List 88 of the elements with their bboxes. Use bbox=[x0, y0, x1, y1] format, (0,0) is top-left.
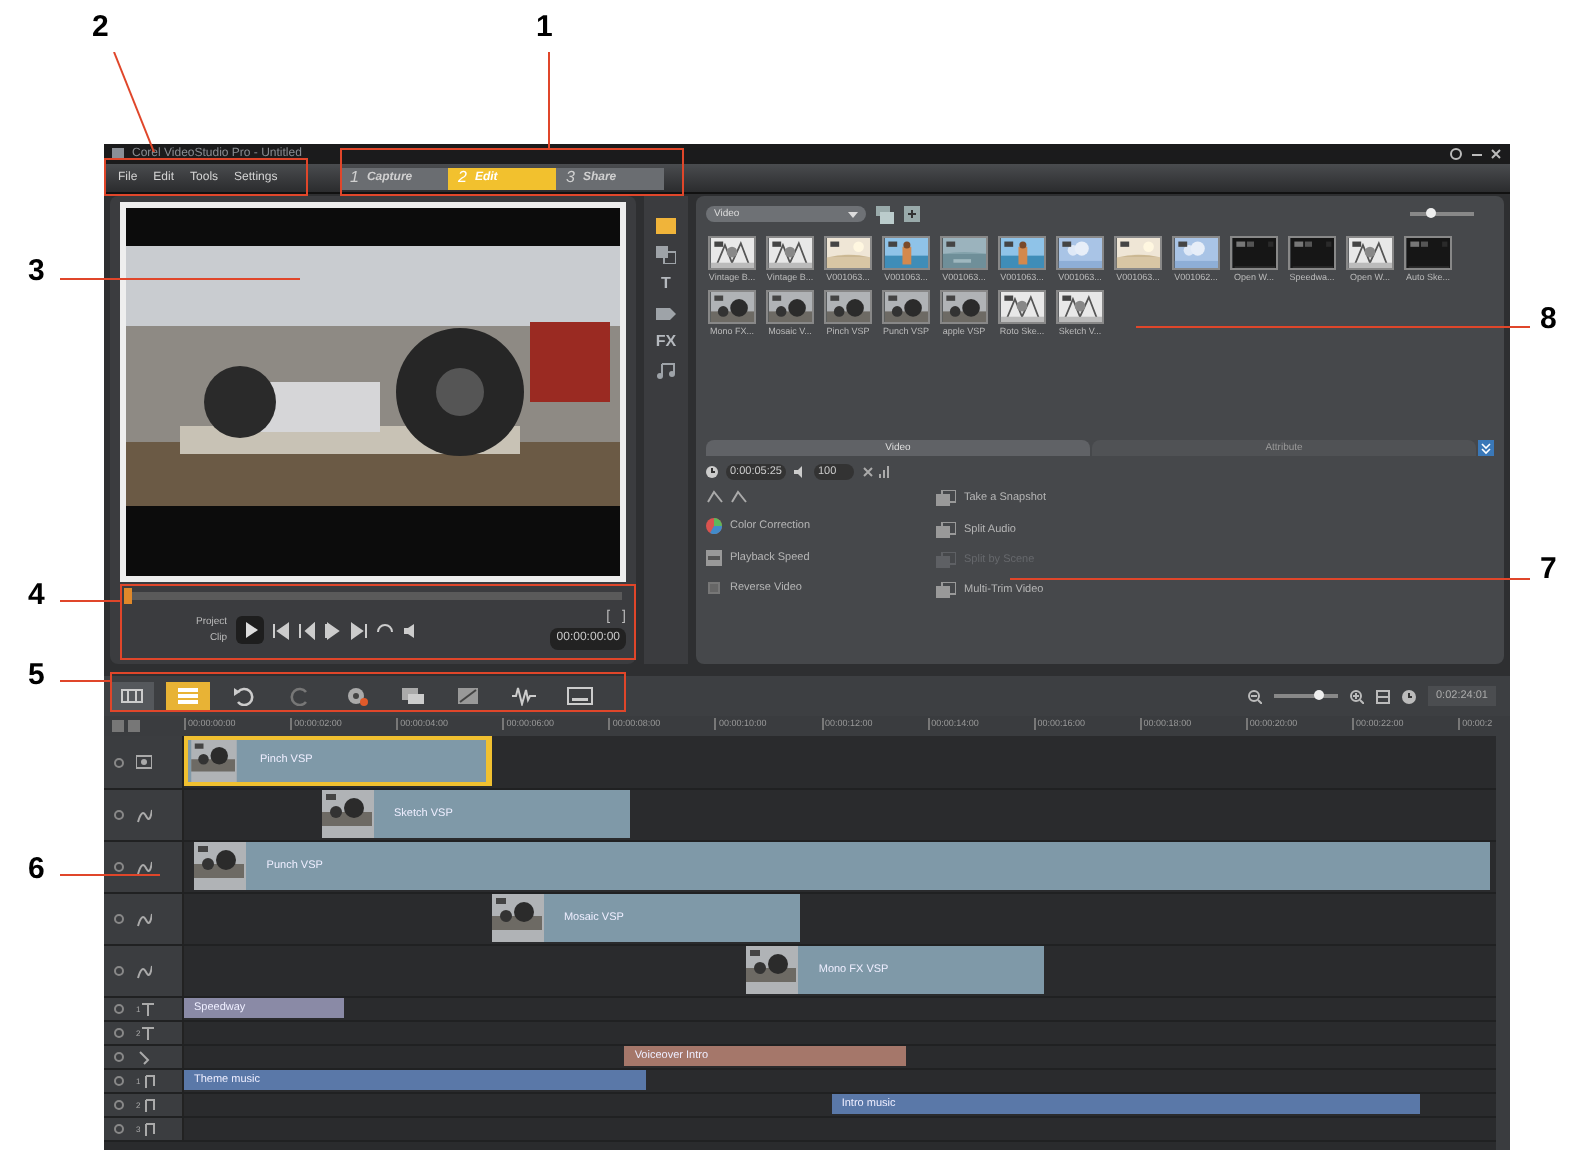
thumbnail[interactable] bbox=[998, 236, 1046, 270]
color-wheel-icon bbox=[706, 518, 722, 535]
clip-tool-icon[interactable] bbox=[936, 521, 956, 538]
graphic-icon[interactable] bbox=[656, 304, 676, 322]
storyboard-icon bbox=[118, 686, 146, 706]
callout-number: 1 bbox=[536, 12, 553, 42]
speed-icon bbox=[706, 549, 722, 566]
thumbnail[interactable] bbox=[940, 236, 988, 270]
visibility-icon[interactable] bbox=[114, 1100, 124, 1110]
fit-icon[interactable] bbox=[1376, 689, 1390, 703]
visibility-icon[interactable] bbox=[114, 1028, 124, 1038]
add-media-icon[interactable] bbox=[904, 205, 922, 223]
thumbnail[interactable] bbox=[1230, 236, 1278, 270]
thumbnail[interactable] bbox=[998, 290, 1046, 324]
overlay-track-icon[interactable] bbox=[136, 859, 152, 875]
visibility-icon[interactable] bbox=[114, 1052, 124, 1062]
callout-number: 5 bbox=[28, 660, 45, 690]
end-icon[interactable] bbox=[349, 621, 368, 639]
callout-number: 7 bbox=[1540, 554, 1557, 584]
timeline-icon bbox=[174, 686, 202, 706]
thumbnail[interactable] bbox=[1056, 236, 1104, 270]
thumbnail[interactable] bbox=[1346, 236, 1394, 270]
zoom-in-icon[interactable] bbox=[1350, 689, 1364, 703]
thumbnail[interactable] bbox=[1288, 236, 1336, 270]
video-track-icon[interactable] bbox=[136, 754, 152, 770]
overlay-track-icon[interactable] bbox=[136, 963, 152, 979]
callout-number: 4 bbox=[28, 580, 45, 610]
clip-tool-icon[interactable] bbox=[936, 490, 956, 507]
side-tab[interactable]: FX bbox=[655, 334, 677, 350]
zoom-out-icon[interactable] bbox=[1248, 689, 1262, 703]
visibility-icon[interactable] bbox=[114, 757, 124, 767]
thumbnail[interactable] bbox=[1056, 290, 1104, 324]
collapse-button[interactable] bbox=[1478, 440, 1494, 456]
overlay-track-icon[interactable] bbox=[136, 807, 152, 823]
thumbnail[interactable] bbox=[882, 236, 930, 270]
callout-number: 6 bbox=[28, 854, 45, 884]
play-button[interactable] bbox=[235, 616, 264, 644]
thumbnail[interactable] bbox=[882, 290, 930, 324]
thumbnail[interactable] bbox=[708, 236, 756, 270]
leader-line bbox=[60, 874, 160, 876]
visibility-icon[interactable] bbox=[114, 862, 124, 872]
thumbnail[interactable] bbox=[824, 236, 872, 270]
side-tab[interactable]: T bbox=[661, 276, 671, 292]
thumbnail[interactable] bbox=[940, 290, 988, 324]
callout-number: 8 bbox=[1540, 304, 1557, 334]
thumbnail[interactable] bbox=[1404, 236, 1452, 270]
folder-icon[interactable] bbox=[876, 205, 894, 223]
window-controls-icon[interactable] bbox=[1450, 148, 1502, 160]
overlay-track-icon[interactable] bbox=[136, 911, 152, 927]
slider-thumb[interactable] bbox=[1314, 690, 1325, 700]
thumbnail[interactable] bbox=[766, 236, 814, 270]
start-icon[interactable] bbox=[271, 621, 290, 639]
audio-icon bbox=[510, 686, 538, 706]
caret-icon bbox=[848, 211, 858, 217]
volume-icon[interactable] bbox=[401, 621, 420, 639]
visibility-icon[interactable] bbox=[114, 1076, 124, 1086]
thumbnail[interactable] bbox=[1172, 236, 1220, 270]
clock-icon bbox=[706, 466, 718, 479]
scrollbar[interactable] bbox=[1496, 736, 1510, 1150]
visibility-icon[interactable] bbox=[114, 810, 124, 820]
record-icon bbox=[342, 686, 370, 706]
slider-thumb[interactable] bbox=[1425, 208, 1436, 218]
undo-icon bbox=[230, 686, 258, 706]
clock-icon bbox=[1402, 689, 1416, 703]
thumbnail[interactable] bbox=[766, 290, 814, 324]
thumbnail[interactable] bbox=[708, 290, 756, 324]
visibility-icon[interactable] bbox=[114, 914, 124, 924]
checkbox[interactable] bbox=[708, 581, 720, 594]
visibility-icon[interactable] bbox=[114, 1004, 124, 1014]
callout-number: 2 bbox=[92, 12, 109, 42]
fade-icon[interactable] bbox=[862, 466, 890, 479]
volume-icon bbox=[794, 466, 806, 479]
visibility-icon[interactable] bbox=[114, 966, 124, 976]
thumbnail[interactable] bbox=[824, 290, 872, 324]
storyboard-view-button[interactable] bbox=[110, 682, 154, 710]
callout-number: 3 bbox=[28, 256, 45, 286]
subtitle-icon bbox=[566, 686, 594, 706]
squares-icon[interactable] bbox=[656, 246, 676, 264]
folder-icon[interactable] bbox=[656, 216, 676, 234]
clip-tool-icon[interactable] bbox=[936, 582, 956, 599]
thumbnail[interactable] bbox=[1114, 236, 1162, 270]
next-frame-icon[interactable] bbox=[323, 621, 342, 639]
clip-thumbnail bbox=[188, 740, 240, 782]
mixer-icon bbox=[398, 686, 426, 706]
scrubber-handle[interactable] bbox=[124, 588, 132, 604]
visibility-icon[interactable] bbox=[114, 1124, 124, 1134]
clip-tool-icon bbox=[936, 551, 956, 568]
previous-frame-icon[interactable] bbox=[297, 621, 316, 639]
